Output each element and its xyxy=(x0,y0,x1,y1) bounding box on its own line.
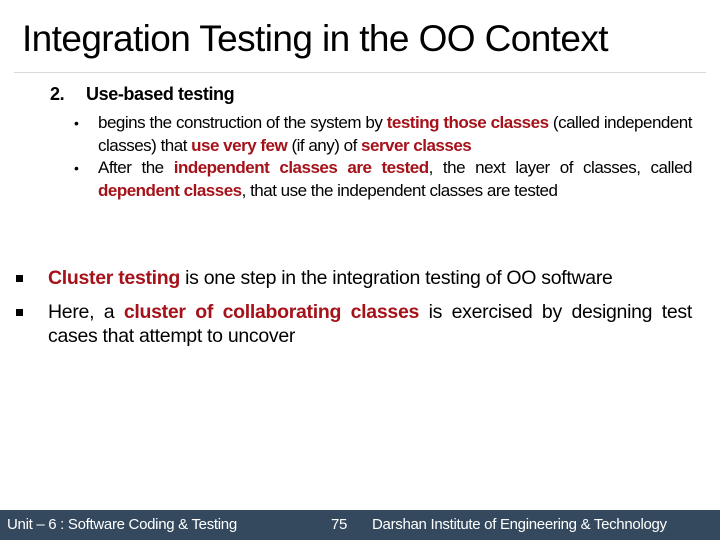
round-bullet-icon: • xyxy=(74,115,79,131)
text-segment: is one step in the integration testing o… xyxy=(180,267,613,289)
sub-bullet-list: • begins the construction of the system … xyxy=(70,112,692,202)
square-bullet-icon xyxy=(16,308,23,316)
highlighted-term: testing those classes xyxy=(386,113,549,132)
sub-bullet-text: begins the construction of the system by… xyxy=(98,113,692,155)
main-bullet-item: Here, a cluster of collaborating classes… xyxy=(14,300,692,349)
sub-bullet-item: • begins the construction of the system … xyxy=(70,112,692,157)
title-divider xyxy=(14,72,706,73)
numbered-heading: 2. Use-based testing xyxy=(50,82,235,106)
footer-institute: Darshan Institute of Engineering & Techn… xyxy=(372,516,667,533)
round-bullet-icon: • xyxy=(74,160,79,176)
heading-number: 2. xyxy=(50,84,65,104)
text-segment: After the xyxy=(98,158,174,177)
page-number: 75 xyxy=(331,516,348,533)
slide-footer: Unit – 6 : Software Coding & Testing 75 … xyxy=(0,510,720,540)
slide-title: Integration Testing in the OO Context xyxy=(22,18,609,59)
highlighted-term: independent classes are tested xyxy=(173,158,429,177)
main-bullet-item: Cluster testing is one step in the integ… xyxy=(14,266,692,291)
heading-text: Use-based testing xyxy=(86,84,235,104)
text-segment: Here, a xyxy=(48,300,124,323)
footer-unit: Unit – 6 : Software Coding & Testing xyxy=(7,516,237,533)
text-segment: , the next layer of classes, called xyxy=(428,158,693,177)
highlighted-term: cluster of collaborating classes xyxy=(123,300,420,323)
square-bullet-icon xyxy=(16,275,23,282)
highlighted-term: dependent classes xyxy=(98,180,242,200)
main-bullet-list: Cluster testing is one step in the integ… xyxy=(14,266,692,358)
main-bullet-text: Cluster testing is one step in the integ… xyxy=(48,267,613,289)
text-segment: , that use the independent classes are t… xyxy=(241,180,558,200)
main-bullet-text: Here, a cluster of collaborating classes… xyxy=(48,301,692,348)
highlighted-term: server classes xyxy=(361,135,472,155)
sub-bullet-item: • After the independent classes are test… xyxy=(70,157,692,202)
highlighted-term: use very few xyxy=(191,135,288,155)
text-segment: begins the construction of the system by xyxy=(98,113,387,132)
highlighted-term: Cluster testing xyxy=(48,267,181,289)
text-segment: (if any) of xyxy=(287,135,362,155)
sub-bullet-text: After the independent classes are tested… xyxy=(98,158,692,200)
